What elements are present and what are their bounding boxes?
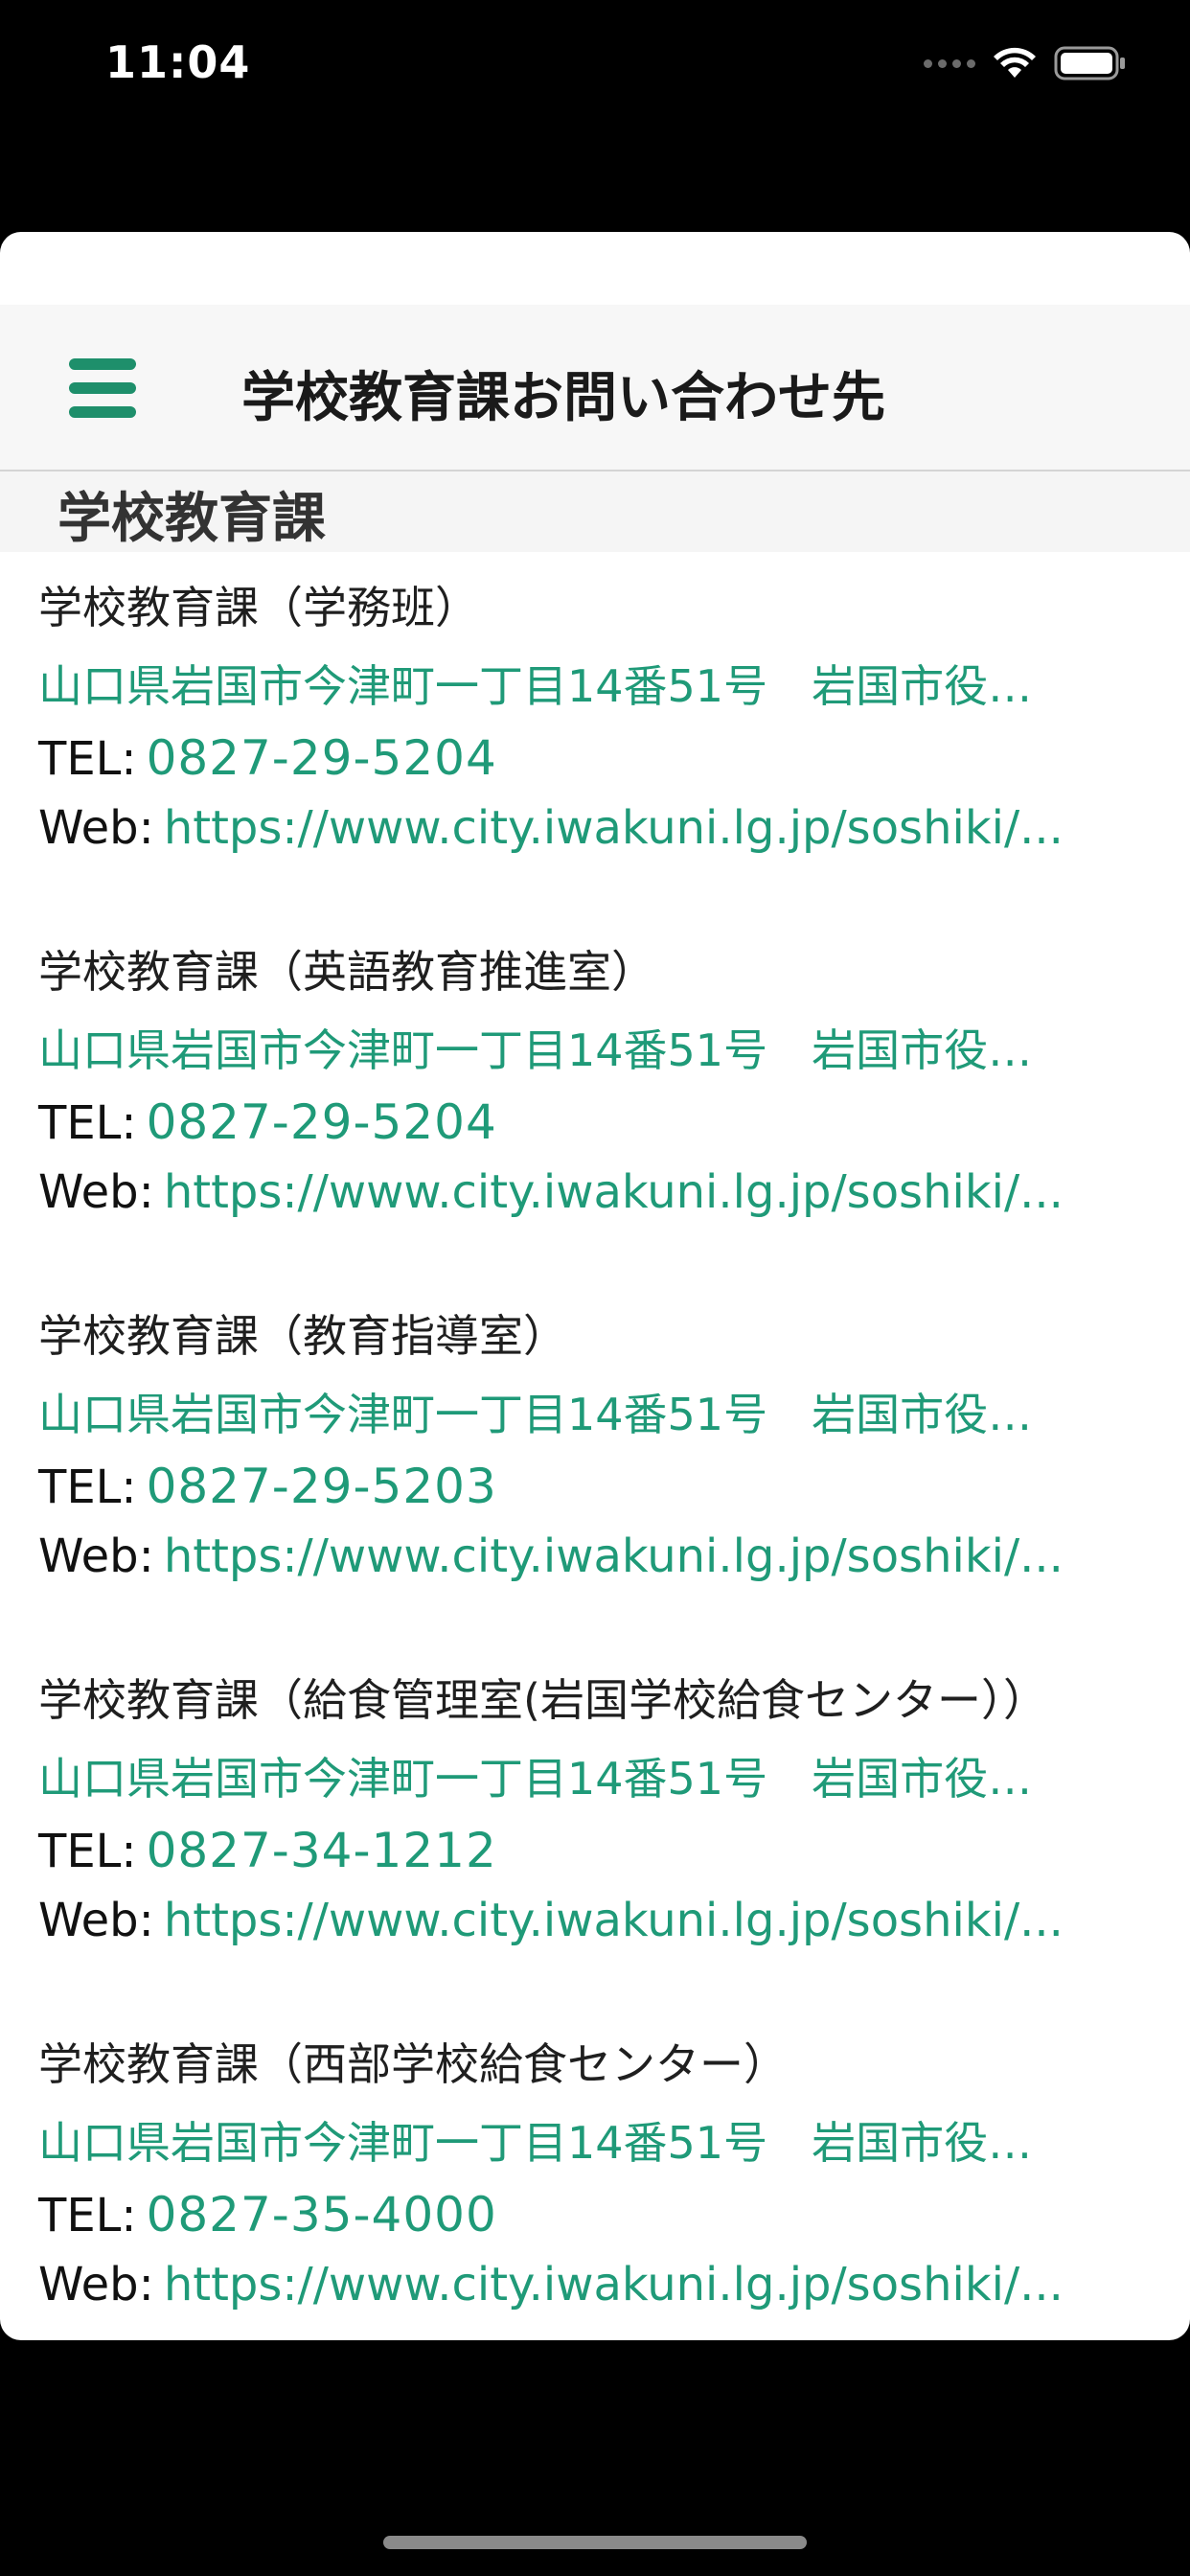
app-screen: 11:04 学校教育課お問い合わせ先 学校教育課 学校教育課（学務班） 山口県岩… [0,0,1190,2576]
web-label: Web: [38,2258,154,2312]
phone-link[interactable]: 0827-29-5204 [147,730,497,786]
department-name: 学校教育課（給食管理室(岩国学校給食センター）） [38,1674,1047,1726]
list-item: 学校教育課（英語教育推進室） 山口県岩国市今津町一丁目14番51号 岩国市役… … [0,916,1190,1280]
website-link[interactable]: https://www.city.iwakuni.lg.jp/soshiki/.… [164,2258,1064,2312]
website-link[interactable]: https://www.city.iwakuni.lg.jp/soshiki/.… [164,1165,1064,1219]
web-label: Web: [38,1165,154,1219]
contact-list: 学校教育課（学務班） 山口県岩国市今津町一丁目14番51号 岩国市役… TEL:… [0,552,1190,2340]
web-row: Web: https://www.city.iwakuni.lg.jp/sosh… [38,1530,1064,1583]
department-name: 学校教育課（教育指導室） [38,1310,567,1362]
list-item: 学校教育課（給食管理室(岩国学校給食センター）） 山口県岩国市今津町一丁目14番… [0,1644,1190,2009]
website-link[interactable]: https://www.city.iwakuni.lg.jp/soshiki/.… [164,1894,1064,1947]
home-indicator[interactable] [383,2536,807,2549]
page-title: 学校教育課お問い合わせ先 [241,367,885,429]
phone-link[interactable]: 0827-35-4000 [147,2187,497,2242]
phone-link[interactable]: 0827-29-5203 [147,1459,497,1514]
website-link[interactable]: https://www.city.iwakuni.lg.jp/soshiki/.… [164,1530,1064,1583]
tel-label: TEL: [38,1096,137,1150]
status-indicators [924,44,1127,82]
web-label: Web: [38,801,154,855]
address-link[interactable]: 山口県岩国市今津町一丁目14番51号 岩国市役… [38,652,1121,715]
status-time: 11:04 [105,36,251,88]
tel-label: TEL: [38,1825,137,1878]
department-name: 学校教育課（英語教育推進室） [38,946,655,998]
tel-row: TEL: 0827-29-5204 [38,730,497,786]
section-title: 学校教育課 [57,488,326,550]
web-row: Web: https://www.city.iwakuni.lg.jp/sosh… [38,1165,1064,1219]
contact-sheet: 学校教育課お問い合わせ先 学校教育課 学校教育課（学務班） 山口県岩国市今津町一… [0,232,1190,2340]
phone-link[interactable]: 0827-34-1212 [147,1823,497,1878]
tel-label: TEL: [38,732,137,786]
tel-row: TEL: 0827-34-1212 [38,1823,497,1878]
department-name: 学校教育課（西部学校給食センター） [38,2038,788,2090]
tel-row: TEL: 0827-29-5204 [38,1094,497,1150]
web-row: Web: https://www.city.iwakuni.lg.jp/sosh… [38,1894,1064,1947]
wifi-icon [994,47,1036,78]
cellular-signal-icon [924,58,975,68]
tel-label: TEL: [38,1460,137,1514]
web-row: Web: https://www.city.iwakuni.lg.jp/sosh… [38,2258,1064,2312]
tel-row: TEL: 0827-29-5203 [38,1459,497,1514]
navigation-bar: 学校教育課お問い合わせ先 [0,305,1190,472]
department-name: 学校教育課（学務班） [38,582,479,633]
web-label: Web: [38,1530,154,1583]
web-label: Web: [38,1894,154,1947]
web-row: Web: https://www.city.iwakuni.lg.jp/sosh… [38,801,1064,855]
address-link[interactable]: 山口県岩国市今津町一丁目14番51号 岩国市役… [38,1744,1121,1807]
battery-icon [1054,46,1125,80]
phone-link[interactable]: 0827-29-5204 [147,1094,497,1150]
tel-label: TEL: [38,2189,137,2242]
hamburger-menu-icon[interactable] [69,358,136,418]
website-link[interactable]: https://www.city.iwakuni.lg.jp/soshiki/.… [164,801,1064,855]
tel-row: TEL: 0827-35-4000 [38,2187,497,2242]
address-link[interactable]: 山口県岩国市今津町一丁目14番51号 岩国市役… [38,2108,1121,2172]
status-bar: 11:04 [0,0,1190,134]
list-item: 学校教育課（学務班） 山口県岩国市今津町一丁目14番51号 岩国市役… TEL:… [0,552,1190,916]
address-link[interactable]: 山口県岩国市今津町一丁目14番51号 岩国市役… [38,1380,1121,1443]
list-item: 学校教育課（教育指導室） 山口県岩国市今津町一丁目14番51号 岩国市役… TE… [0,1280,1190,1644]
section-header: 学校教育課 [0,472,1190,552]
address-link[interactable]: 山口県岩国市今津町一丁目14番51号 岩国市役… [38,1016,1121,1079]
list-item: 学校教育課（西部学校給食センター） 山口県岩国市今津町一丁目14番51号 岩国市… [0,2009,1190,2340]
